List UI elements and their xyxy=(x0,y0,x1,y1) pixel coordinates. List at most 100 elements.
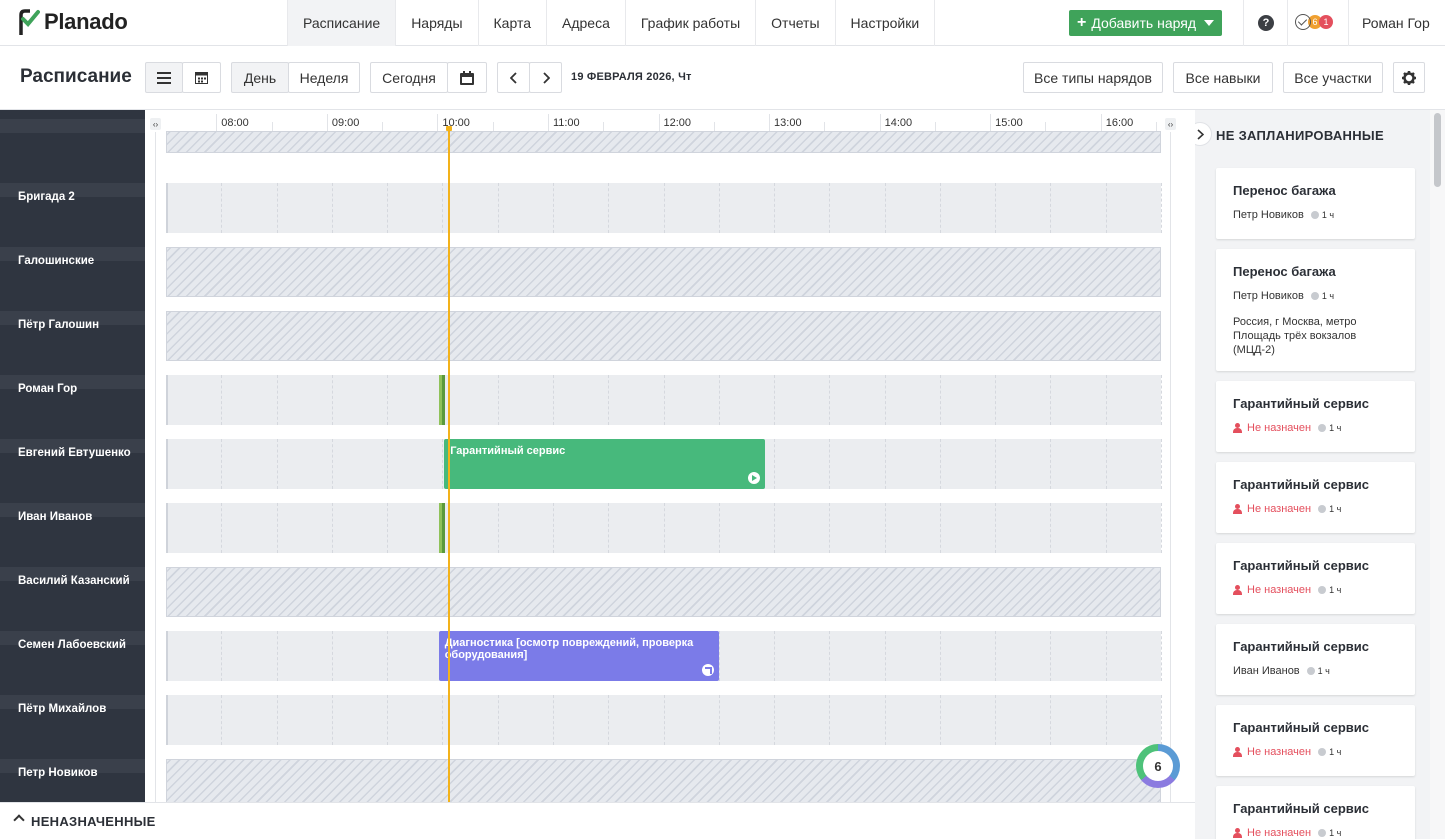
schedule-event[interactable]: Гарантийный сервис xyxy=(444,439,765,489)
resource-lane[interactable] xyxy=(166,567,1161,617)
resource-row[interactable]: Василий Казанский xyxy=(0,575,145,631)
unscheduled-card[interactable]: Гарантийный сервис Не назначен 1 ч xyxy=(1216,462,1415,533)
card-assignee: Не назначен 1 ч xyxy=(1233,422,1341,434)
schedule-timeline[interactable]: ‹› ‹› 08:00 09:00 10:00 11:00 12:00 13:00 14:0… xyxy=(145,110,1181,802)
chevron-right-icon xyxy=(542,71,550,84)
resource-lane[interactable] xyxy=(166,183,1162,233)
nav-item-0[interactable]: Расписание xyxy=(287,0,396,46)
nav-item-1[interactable]: Наряды xyxy=(395,0,477,46)
main-nav: Расписание Наряды Карта Адреса График работы… xyxy=(287,0,936,46)
schedule-event[interactable]: Диагностика [осмотр повреждений, проверк… xyxy=(438,631,719,681)
resource-row[interactable]: Роман Гор xyxy=(0,383,145,439)
user-menu[interactable]: Роман Гор xyxy=(1362,15,1430,31)
event-marker[interactable] xyxy=(438,375,445,425)
collapse-left-icon[interactable]: ‹› xyxy=(150,118,161,130)
hour-tick xyxy=(547,114,549,132)
chevron-up-icon xyxy=(13,814,25,826)
grid-line xyxy=(718,503,720,553)
resource-row[interactable]: Бригада 2 xyxy=(0,191,145,247)
grid-line xyxy=(1105,695,1107,745)
unscheduled-card[interactable]: Гарантийный сервис Не назначен 1 ч xyxy=(1216,543,1415,614)
grid-line xyxy=(276,183,278,233)
grid-line xyxy=(608,503,610,553)
resource-lane[interactable] xyxy=(166,759,1161,802)
panel-toggle[interactable] xyxy=(1195,122,1212,146)
resource-row[interactable] xyxy=(0,133,145,183)
resource-row[interactable]: Семен Лабоевский xyxy=(0,639,145,695)
resource-row[interactable]: Иван Иванов xyxy=(0,511,145,567)
unscheduled-panel: НЕ ЗАПЛАНИРОВАННЫЕ Перенос багажа Петр Но… xyxy=(1195,110,1430,839)
card-assignee: Иван Иванов 1 ч xyxy=(1233,665,1330,677)
grid-line xyxy=(1050,183,1052,233)
orders-counter[interactable]: 6 xyxy=(1136,744,1180,788)
nav-item-3[interactable]: Адреса xyxy=(546,0,625,46)
scrollbar-thumb[interactable] xyxy=(1434,113,1441,187)
filter-areas[interactable]: Все участки xyxy=(1283,62,1383,93)
grid-line xyxy=(221,695,223,745)
collapse-right-icon[interactable]: ‹› xyxy=(1165,118,1176,130)
grid-line xyxy=(387,503,389,553)
resource-row[interactable]: Пётр Галошин xyxy=(0,319,145,375)
resource-name: Иван Иванов xyxy=(18,511,93,523)
unscheduled-card[interactable]: Гарантийный сервис Не назначен 1 ч xyxy=(1216,381,1415,452)
resource-lane[interactable] xyxy=(166,311,1161,361)
grid-line xyxy=(829,503,831,553)
grid-line xyxy=(608,695,610,745)
add-order-button[interactable]: + Добавить наряд xyxy=(1069,10,1222,36)
resource-row[interactable]: Пётр Михайлов xyxy=(0,703,145,759)
list-view-button[interactable] xyxy=(145,62,183,93)
card-title: Перенос багажа xyxy=(1233,264,1336,279)
grid-line xyxy=(276,439,278,489)
unscheduled-card[interactable]: Гарантийный сервис Не назначен 1 ч xyxy=(1216,705,1415,776)
nav-item-5[interactable]: Отчеты xyxy=(755,0,834,46)
today-button[interactable]: Сегодня xyxy=(370,62,448,93)
card-assignee: Не назначен 1 ч xyxy=(1233,584,1341,596)
filter-skills[interactable]: Все навыки xyxy=(1173,62,1273,93)
grid-line xyxy=(442,695,444,745)
hour-label: 14:00 xyxy=(884,117,913,129)
resource-lane[interactable] xyxy=(166,695,1162,745)
grid-line xyxy=(387,183,389,233)
unassigned-drawer[interactable]: НЕНАЗНАЧЕННЫЕ xyxy=(0,802,1195,839)
hour-tick xyxy=(437,114,439,132)
grid-line xyxy=(1050,439,1052,489)
unscheduled-card[interactable]: Перенос багажа Петр Новиков 1 ч Россия, г М… xyxy=(1216,249,1415,371)
view-day-button[interactable]: День xyxy=(231,62,289,93)
duration-badge: 1 ч xyxy=(1310,291,1334,301)
settings-button[interactable] xyxy=(1393,62,1425,93)
unscheduled-card[interactable]: Гарантийный сервис Не назначен 1 ч xyxy=(1216,786,1415,839)
lane-start-marker xyxy=(166,439,168,489)
duration-text: 1 ч xyxy=(1329,585,1342,595)
grid-line xyxy=(829,375,831,425)
current-time-line xyxy=(447,128,450,802)
filter-order-types[interactable]: Все типы нарядов xyxy=(1023,62,1163,93)
assignee-name: Не назначен xyxy=(1247,746,1312,758)
check-circle-icon xyxy=(1295,14,1311,30)
view-week-button[interactable]: Неделя xyxy=(288,62,360,93)
duration-badge: 1 ч xyxy=(1318,828,1341,838)
unscheduled-card[interactable]: Перенос багажа Петр Новиков 1 ч xyxy=(1216,168,1415,239)
help-icon[interactable]: ? xyxy=(1258,15,1274,31)
resource-lane[interactable] xyxy=(166,375,1162,425)
clock-icon xyxy=(1310,211,1319,219)
status-indicator[interactable]: 6 1 xyxy=(1295,14,1333,30)
logo[interactable]: Planado xyxy=(18,9,128,35)
resource-row[interactable]: Евгений Евтушенко xyxy=(0,447,145,503)
nav-item-4[interactable]: График работы xyxy=(624,0,755,46)
date-picker-button[interactable] xyxy=(447,62,487,93)
resource-lane[interactable] xyxy=(166,247,1161,297)
resource-lane[interactable] xyxy=(166,131,1161,153)
nav-item-6[interactable]: Настройки xyxy=(834,0,936,46)
calendar-view-button[interactable] xyxy=(182,62,221,93)
toolbar: Расписание День Неделя Сегодня 19 ФЕВРАЛ… xyxy=(0,46,1445,110)
grid-line xyxy=(331,183,333,233)
unscheduled-card[interactable]: Гарантийный сервис Иван Иванов 1 ч xyxy=(1216,624,1415,695)
next-day-button[interactable] xyxy=(529,62,562,93)
nav-item-2[interactable]: Карта xyxy=(477,0,546,46)
prev-day-button[interactable] xyxy=(497,62,530,93)
resource-row[interactable]: Галошинские xyxy=(0,255,145,311)
grid-line xyxy=(829,439,831,489)
panel-scrollbar[interactable] xyxy=(1430,110,1445,839)
event-marker[interactable] xyxy=(438,503,445,553)
resource-lane[interactable] xyxy=(166,503,1162,553)
